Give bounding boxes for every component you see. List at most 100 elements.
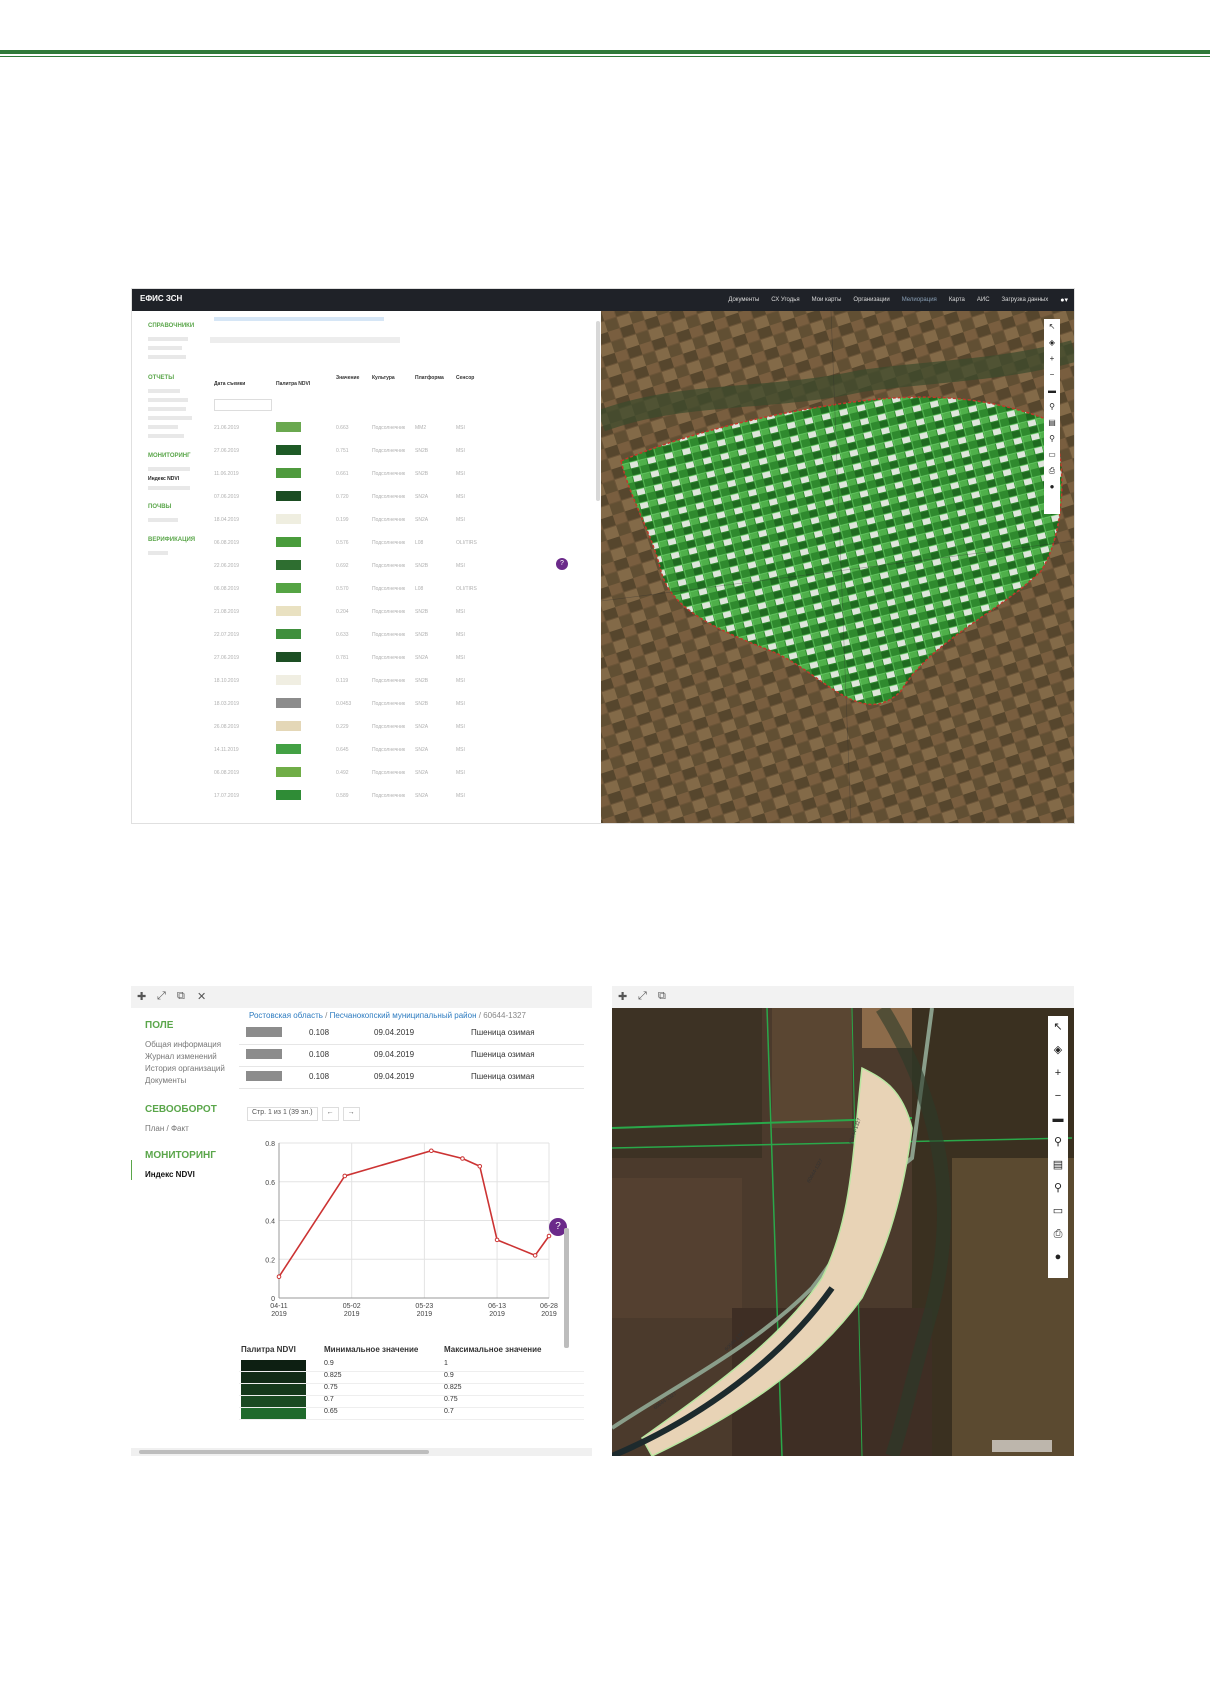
pin-icon[interactable]: ⚲ — [1044, 399, 1060, 415]
col-culture[interactable]: Культура — [372, 375, 395, 381]
section-reports[interactable]: ОТЧЕТЫ — [148, 375, 174, 381]
scrollbar[interactable] — [596, 321, 600, 501]
breadcrumb-region[interactable]: Ростовская область — [249, 1011, 323, 1020]
sidebar-item-plan-fact[interactable]: План / Факт — [145, 1124, 189, 1133]
col-palette[interactable]: Палитра NDVI — [276, 381, 310, 387]
table-row[interactable]: 21.06.2019 0.663 Подсолнечник MM2 MSI — [206, 417, 591, 440]
horizontal-scrollbar[interactable] — [131, 1448, 592, 1456]
table-row[interactable]: 22.06.2019 0.692 Подсолнечник SN2B MSI — [206, 555, 591, 578]
measure-icon[interactable]: ▤ — [1044, 415, 1060, 431]
satellite-map[interactable]: ↖ ◈ + − ▬ ⚲ ▤ ⚲ ▭ ⎙ ● — [601, 311, 1074, 823]
nav-agri-lands[interactable]: СХ Угодья — [771, 297, 799, 303]
zoom-out-icon[interactable]: − — [1044, 367, 1060, 383]
table-row[interactable]: 06.08.2019 0.492 Подсолнечник SN2A MSI — [206, 762, 591, 785]
pin-icon[interactable]: ⚲ — [1048, 1131, 1068, 1154]
section-directories[interactable]: СПРАВОЧНИКИ — [148, 323, 194, 329]
folder-icon[interactable]: ▭ — [1044, 447, 1060, 463]
section-verification[interactable]: ВЕРИФИКАЦИЯ — [148, 537, 195, 543]
section-soils[interactable]: ПОЧВЫ — [148, 504, 171, 510]
table-row[interactable]: 22.07.2019 0.633 Подсолнечник SN2B MSI — [206, 624, 591, 647]
sidebar-item[interactable] — [148, 407, 186, 411]
search-icon[interactable]: ⚲ — [1048, 1177, 1068, 1200]
sidebar-item[interactable] — [148, 355, 186, 359]
ruler-icon[interactable]: ▬ — [1048, 1108, 1068, 1131]
close-icon[interactable]: ✕ — [197, 990, 206, 1003]
table-row[interactable]: 18.03.2019 0.0453 Подсолнечник SN2B MSI — [206, 693, 591, 716]
section-field[interactable]: ПОЛЕ — [145, 1020, 173, 1031]
nav-map[interactable]: Карта — [949, 297, 965, 303]
sidebar-item[interactable] — [148, 486, 190, 490]
expand-icon[interactable]: ⤢ — [638, 990, 647, 1003]
section-monitoring[interactable]: МОНИТОРИНГ — [148, 453, 191, 459]
col-value[interactable]: Значение — [336, 375, 359, 381]
col-sensor[interactable]: Сенсор — [456, 375, 474, 381]
print-icon[interactable]: ⎙ — [1048, 1223, 1068, 1246]
sidebar-item-general-info[interactable]: Общая информация — [145, 1040, 221, 1049]
table-row[interactable]: 17.07.2019 0.589 Подсолнечник SN2A MSI — [206, 785, 591, 808]
table-row[interactable]: 14.11.2019 0.645 Подсолнечник SN2A MSI — [206, 739, 591, 762]
section-crop-rotation[interactable]: СЕВООБОРОТ — [145, 1104, 217, 1115]
table-row[interactable]: 26.08.2019 0.229 Подсолнечник SN2A MSI — [206, 716, 591, 739]
layers-icon[interactable]: ◈ — [1044, 335, 1060, 351]
zoom-in-icon[interactable]: + — [1044, 351, 1060, 367]
sidebar-item[interactable] — [148, 337, 188, 341]
folder-icon[interactable]: ▭ — [1048, 1200, 1068, 1223]
scrollbar[interactable] — [564, 1228, 569, 1348]
pager-prev-button[interactable]: ← — [321, 1107, 339, 1121]
cursor-icon[interactable]: ↖ — [1044, 319, 1060, 335]
layers-icon[interactable]: ◈ — [1048, 1039, 1068, 1062]
print-icon[interactable]: ⎙ — [1044, 463, 1060, 479]
move-icon[interactable]: ✚ — [137, 990, 146, 1003]
nav-documents[interactable]: Документы — [728, 297, 759, 303]
scroll-thumb[interactable] — [139, 1450, 429, 1454]
popout-icon[interactable]: ⧉ — [177, 990, 185, 1003]
sidebar-item-org-history[interactable]: История организаций — [145, 1064, 225, 1073]
table-row[interactable]: 0.108 09.04.2019 Пшеница озимая — [239, 1022, 584, 1045]
zoom-out-icon[interactable]: − — [1048, 1085, 1068, 1108]
table-row[interactable]: 18.10.2019 0.119 Подсолнечник SN2B MSI — [206, 670, 591, 693]
col-platform[interactable]: Платформа — [415, 375, 444, 381]
sidebar-item[interactable] — [148, 425, 178, 429]
ruler-icon[interactable]: ▬ — [1044, 383, 1060, 399]
sidebar-item[interactable] — [148, 518, 178, 522]
sidebar-item[interactable] — [148, 398, 188, 402]
sidebar-item-ndvi[interactable]: Индекс NDVI — [148, 476, 179, 482]
table-row[interactable]: 18.04.2019 0.199 Подсолнечник SN2A MSI — [206, 509, 591, 532]
sidebar-item[interactable] — [148, 416, 192, 420]
table-row[interactable]: 21.08.2019 0.204 Подсолнечник SN2B MSI — [206, 601, 591, 624]
table-row[interactable]: 06.08.2019 0.570 Подсолнечник L08 OLI/TIRS — [206, 578, 591, 601]
table-row[interactable]: 11.06.2019 0.661 Подсолнечник SN2B MSI — [206, 463, 591, 486]
table-row[interactable]: 07.06.2019 0.720 Подсолнечник SN2A MSI — [206, 486, 591, 509]
nav-organizations[interactable]: Организации — [853, 297, 889, 303]
cursor-icon[interactable]: ↖ — [1048, 1016, 1068, 1039]
location-icon[interactable]: ● — [1044, 479, 1060, 495]
sidebar-item[interactable] — [148, 389, 180, 393]
popout-icon[interactable]: ⧉ — [658, 990, 666, 1003]
table-row[interactable]: 06.08.2019 0.576 Подсолнечник L08 OLI/TIRS — [206, 532, 591, 555]
sidebar-item[interactable] — [148, 551, 168, 555]
expand-icon[interactable]: ⤢ — [157, 990, 166, 1003]
sidebar-item-change-log[interactable]: Журнал изменений — [145, 1052, 217, 1061]
table-row[interactable]: 27.06.2019 0.781 Подсолнечник SN2A MSI — [206, 647, 591, 670]
help-badge[interactable]: ? — [556, 558, 568, 570]
location-icon[interactable]: ● — [1048, 1246, 1068, 1269]
nav-melioration[interactable]: Мелиорация — [902, 297, 937, 303]
date-filter-input[interactable] — [214, 399, 272, 411]
breadcrumb-district[interactable]: Песчанокопский муниципальный район — [330, 1011, 477, 1020]
sidebar-item[interactable] — [148, 467, 190, 471]
pager-next-button[interactable]: → — [342, 1107, 360, 1121]
zoom-in-icon[interactable]: + — [1048, 1062, 1068, 1085]
measure-icon[interactable]: ▤ — [1048, 1154, 1068, 1177]
sidebar-item-documents[interactable]: Документы — [145, 1076, 186, 1085]
table-row[interactable]: 27.06.2019 0.751 Подсолнечник SN2B MSI — [206, 440, 591, 463]
nav-ais[interactable]: АИС — [977, 297, 990, 303]
user-icon[interactable]: ●▾ — [1060, 296, 1068, 304]
table-row[interactable]: 0.108 09.04.2019 Пшеница озимая — [239, 1066, 584, 1089]
nav-my-maps[interactable]: Мои карты — [812, 297, 842, 303]
table-row[interactable]: 0.108 09.04.2019 Пшеница озимая — [239, 1044, 584, 1067]
search-icon[interactable]: ⚲ — [1044, 431, 1060, 447]
sidebar-item[interactable] — [148, 434, 184, 438]
sidebar-item[interactable] — [148, 346, 182, 350]
nav-data-upload[interactable]: Загрузка данных — [1002, 297, 1049, 303]
move-icon[interactable]: ✚ — [618, 990, 627, 1003]
